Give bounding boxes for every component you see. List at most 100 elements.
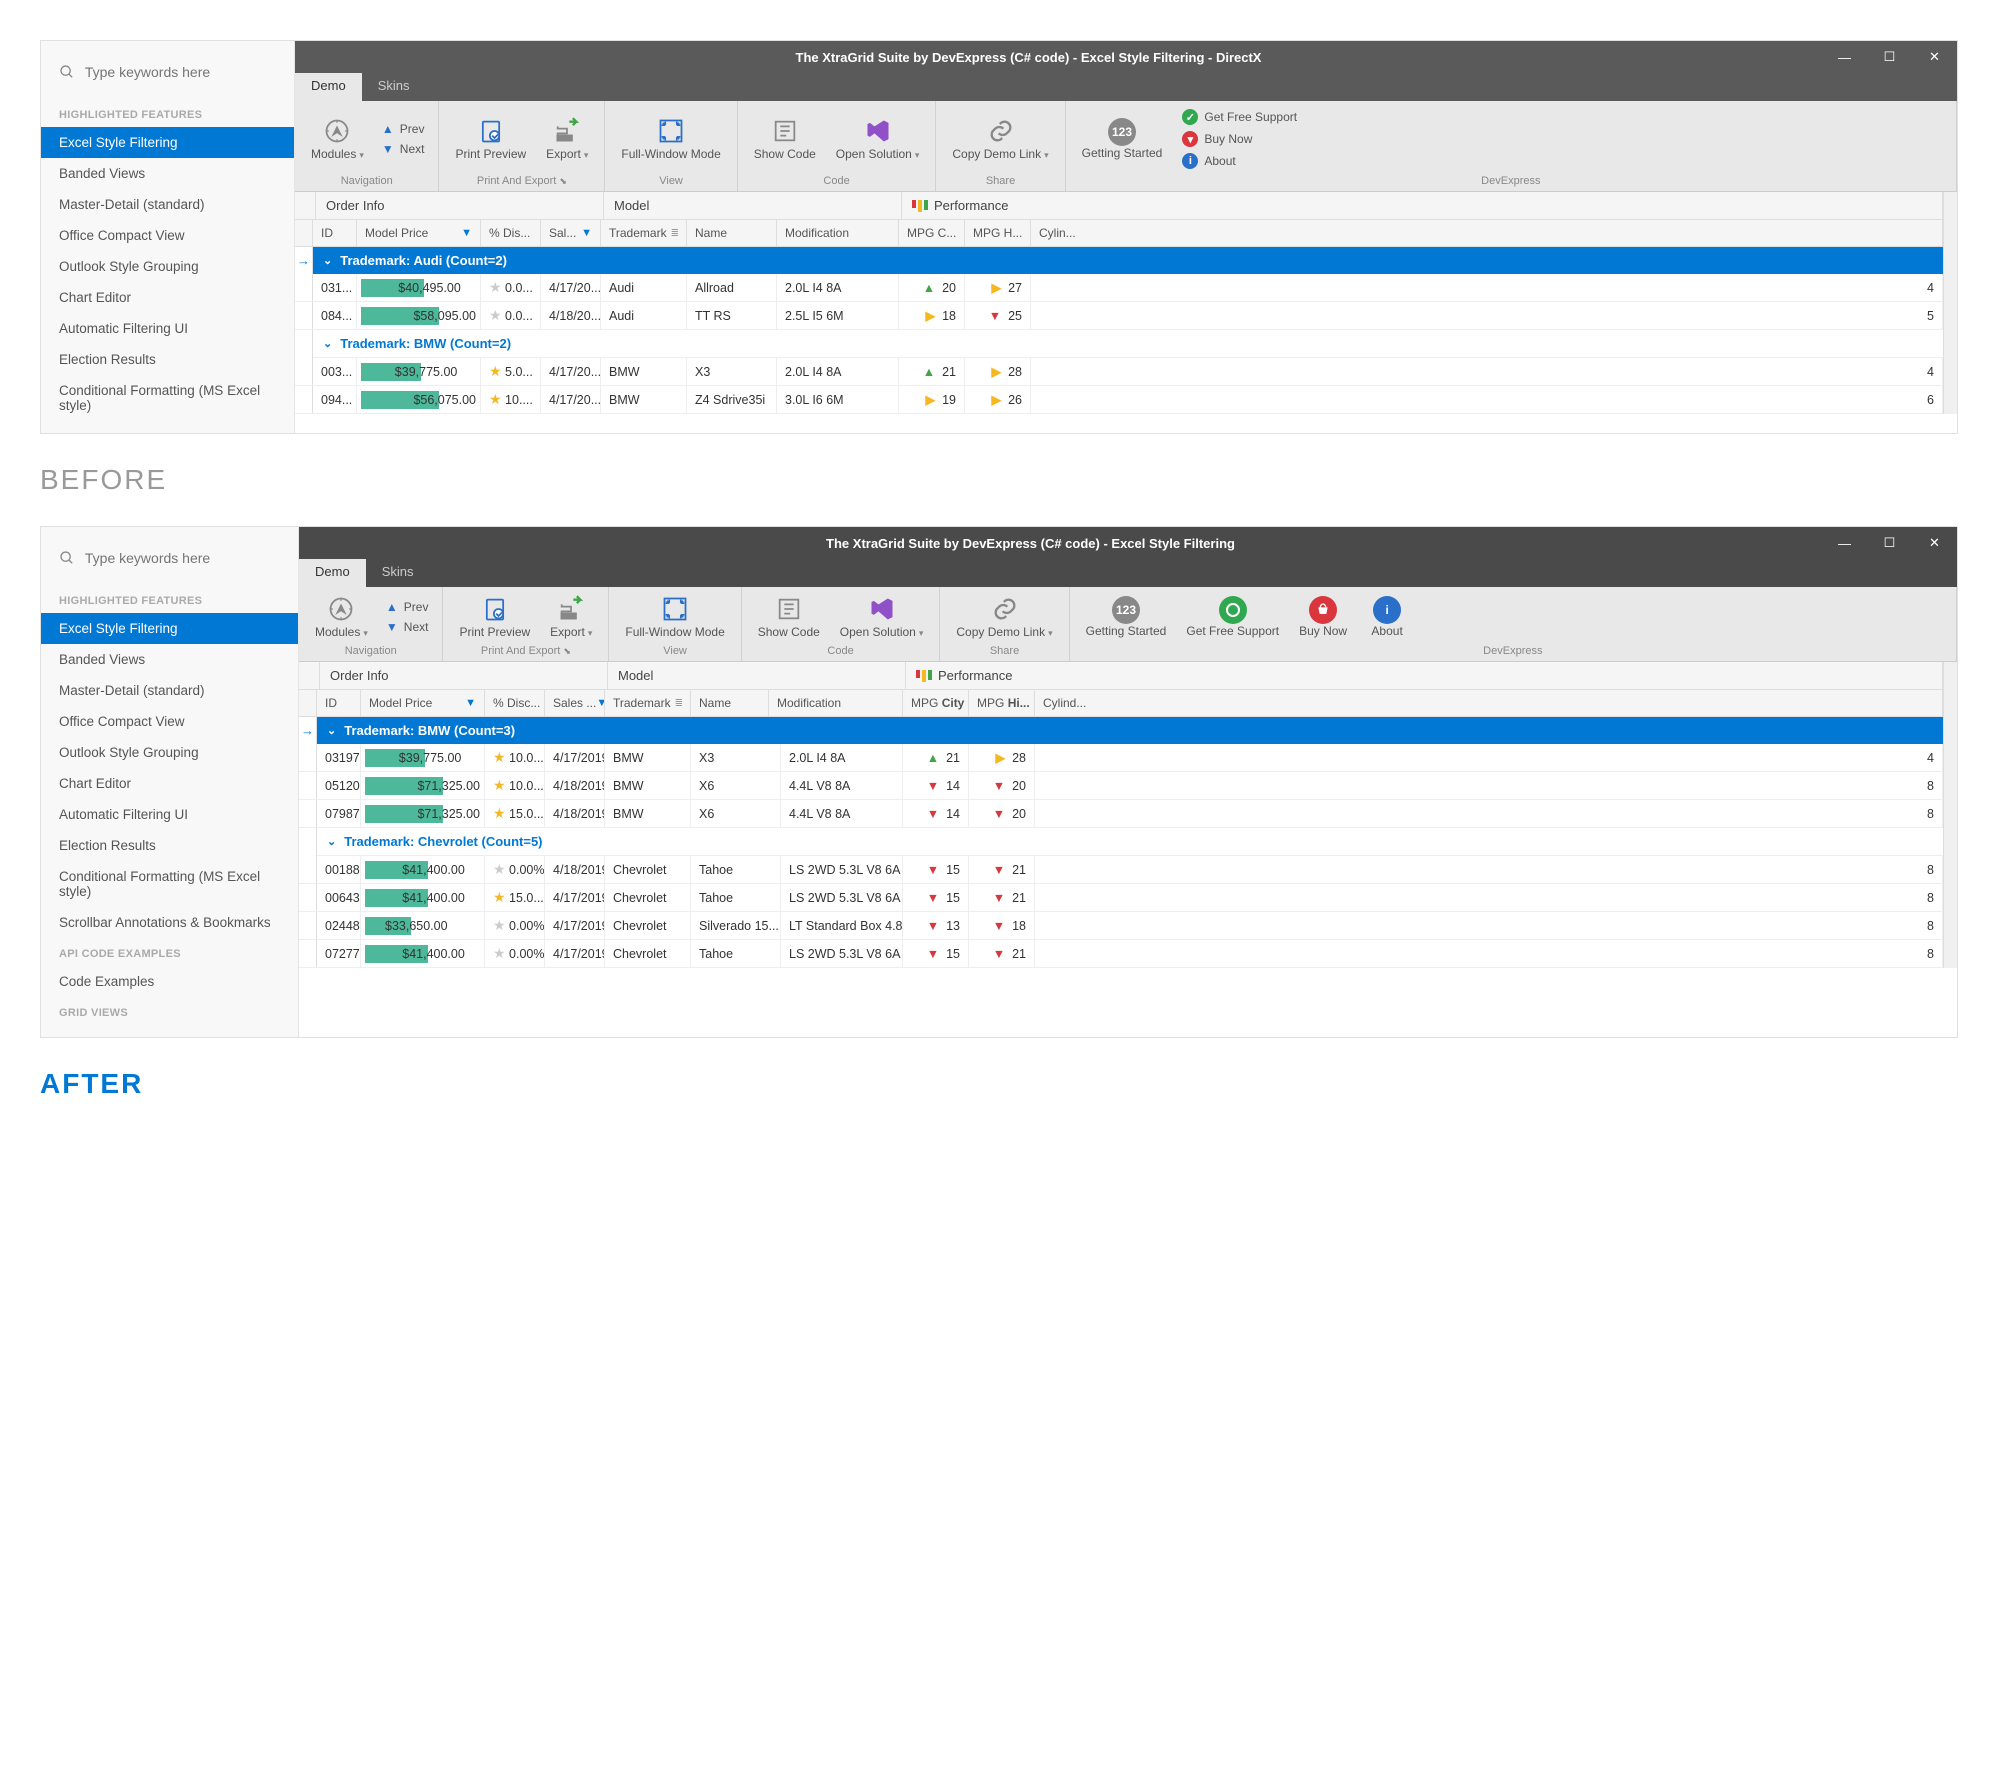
- search-input[interactable]: [85, 64, 276, 80]
- col-mpg-city[interactable]: MPG C...: [899, 220, 965, 246]
- show-code-button[interactable]: Show Code: [744, 113, 826, 165]
- modules-button[interactable]: Modules▾: [305, 591, 378, 643]
- sidebar-item[interactable]: Excel Style Filtering: [41, 613, 298, 644]
- next-button[interactable]: ▼Next: [374, 139, 433, 159]
- col-discount[interactable]: % Disc...: [485, 690, 545, 716]
- col-trademark[interactable]: Trademark≣: [605, 690, 691, 716]
- col-modification[interactable]: Modification: [777, 220, 899, 246]
- copy-demo-link-button[interactable]: Copy Demo Link▾: [942, 113, 1058, 165]
- table-row[interactable]: 07277 $41,400.00 ★ 0.00% 4/17/2019 Chevr…: [299, 940, 1943, 968]
- tab-skins[interactable]: Skins: [366, 559, 430, 587]
- about-button[interactable]: iAbout: [1357, 592, 1417, 642]
- export-button[interactable]: Export▾: [540, 591, 602, 643]
- col-sale[interactable]: Sal...▼: [541, 220, 601, 246]
- open-solution-button[interactable]: Open Solution▾: [826, 113, 930, 165]
- maximize-button[interactable]: ☐: [1867, 41, 1912, 73]
- table-row[interactable]: 05120 $71,325.00 ★ 10.0... 4/18/2019 BMW…: [299, 772, 1943, 800]
- sidebar-item[interactable]: Excel Style Filtering: [41, 127, 294, 158]
- full-window-button[interactable]: Full-Window Mode: [615, 591, 734, 643]
- getting-started-button[interactable]: 123Getting Started: [1076, 592, 1177, 642]
- col-discount[interactable]: % Dis...: [481, 220, 541, 246]
- sidebar-item[interactable]: Scrollbar Annotations & Bookmarks: [41, 907, 298, 938]
- band-performance[interactable]: Performance: [906, 662, 1943, 689]
- table-row[interactable]: 02448 $33,650.00 ★ 0.00% 4/17/2019 Chevr…: [299, 912, 1943, 940]
- sidebar-item[interactable]: Conditional Formatting (MS Excel style): [41, 861, 298, 907]
- sidebar-item[interactable]: Code Examples: [41, 966, 298, 997]
- search-input[interactable]: [85, 550, 280, 566]
- close-button[interactable]: ✕: [1912, 527, 1957, 559]
- sidebar-item[interactable]: Outlook Style Grouping: [41, 737, 298, 768]
- prev-button[interactable]: ▲Prev: [374, 119, 433, 139]
- full-window-button[interactable]: Full-Window Mode: [611, 113, 730, 165]
- minimize-button[interactable]: —: [1822, 41, 1867, 73]
- col-mpg-city[interactable]: MPG City: [903, 690, 969, 716]
- buy-now-button[interactable]: Buy Now: [1289, 592, 1357, 642]
- band-order[interactable]: Order Info: [316, 192, 604, 219]
- filter-icon[interactable]: ▼: [461, 227, 472, 239]
- col-trademark[interactable]: Trademark≣: [601, 220, 687, 246]
- copy-demo-link-button[interactable]: Copy Demo Link▾: [946, 591, 1062, 643]
- col-mpg-hwy[interactable]: MPG H...: [965, 220, 1031, 246]
- col-id[interactable]: ID: [317, 690, 361, 716]
- filter-icon[interactable]: ▼: [596, 697, 605, 709]
- sidebar-item[interactable]: Automatic Filtering UI: [41, 313, 294, 344]
- table-row[interactable]: 07987 $71,325.00 ★ 15.0... 4/18/2019 BMW…: [299, 800, 1943, 828]
- print-preview-button[interactable]: Print Preview: [445, 113, 536, 165]
- tab-demo[interactable]: Demo: [295, 73, 362, 101]
- sidebar-item[interactable]: Outlook Style Grouping: [41, 251, 294, 282]
- band-order[interactable]: Order Info: [320, 662, 608, 689]
- band-model[interactable]: Model: [608, 662, 906, 689]
- col-cylinders[interactable]: Cylin...: [1031, 220, 1943, 246]
- col-price[interactable]: Model Price▼: [361, 690, 485, 716]
- show-code-button[interactable]: Show Code: [748, 591, 830, 643]
- next-button[interactable]: ▼Next: [378, 617, 437, 637]
- table-row[interactable]: 00188 $41,400.00 ★ 0.00% 4/18/2019 Chevr…: [299, 856, 1943, 884]
- band-performance[interactable]: Performance: [902, 192, 1943, 219]
- prev-button[interactable]: ▲Prev: [378, 597, 437, 617]
- maximize-button[interactable]: ☐: [1867, 527, 1912, 559]
- col-id[interactable]: ID: [313, 220, 357, 246]
- getting-started-button[interactable]: 123Getting Started: [1072, 114, 1173, 164]
- table-row[interactable]: 031... $40,495.00 ★ 0.0... 4/17/20... Au…: [295, 274, 1943, 302]
- sidebar-item[interactable]: Chart Editor: [41, 282, 294, 313]
- tab-skins[interactable]: Skins: [362, 73, 426, 101]
- close-button[interactable]: ✕: [1912, 41, 1957, 73]
- col-cylinders[interactable]: Cylind...: [1035, 690, 1943, 716]
- group-row[interactable]: ⌄Trademark: BMW (Count=3): [317, 717, 1943, 744]
- minimize-button[interactable]: —: [1822, 527, 1867, 559]
- col-price[interactable]: Model Price▼: [357, 220, 481, 246]
- sidebar-item[interactable]: Chart Editor: [41, 768, 298, 799]
- sidebar-item[interactable]: Banded Views: [41, 644, 298, 675]
- sidebar-item[interactable]: Conditional Formatting (MS Excel style): [41, 375, 294, 421]
- col-mpg-hwy[interactable]: MPG Hi...: [969, 690, 1035, 716]
- sidebar-item[interactable]: Master-Detail (standard): [41, 189, 294, 220]
- buy-now-link[interactable]: ▾Buy Now: [1182, 131, 1297, 147]
- group-row[interactable]: ⌄Trademark: Chevrolet (Count=5): [317, 828, 1943, 856]
- sidebar-item[interactable]: Banded Views: [41, 158, 294, 189]
- export-button[interactable]: Export▾: [536, 113, 598, 165]
- col-modification[interactable]: Modification: [769, 690, 903, 716]
- modules-button[interactable]: Modules▾: [301, 113, 374, 165]
- sidebar-item[interactable]: Office Compact View: [41, 706, 298, 737]
- search-box[interactable]: [41, 539, 298, 585]
- vertical-scrollbar[interactable]: [1943, 192, 1957, 414]
- get-support-link[interactable]: ✓Get Free Support: [1182, 109, 1297, 125]
- table-row[interactable]: 094... $56,075.00 ★ 10.... 4/17/20... BM…: [295, 386, 1943, 414]
- sidebar-item[interactable]: Election Results: [41, 344, 294, 375]
- band-model[interactable]: Model: [604, 192, 902, 219]
- sidebar-item[interactable]: Office Compact View: [41, 220, 294, 251]
- col-name[interactable]: Name: [691, 690, 769, 716]
- search-box[interactable]: [41, 53, 294, 99]
- about-link[interactable]: iAbout: [1182, 153, 1297, 169]
- table-row[interactable]: 084... $58,095.00 ★ 0.0... 4/18/20... Au…: [295, 302, 1943, 330]
- group-row[interactable]: ⌄Trademark: Audi (Count=2): [313, 247, 1943, 274]
- col-sale[interactable]: Sales ...▼: [545, 690, 605, 716]
- tab-demo[interactable]: Demo: [299, 559, 366, 587]
- print-preview-button[interactable]: Print Preview: [449, 591, 540, 643]
- filter-icon[interactable]: ▼: [581, 227, 592, 239]
- open-solution-button[interactable]: Open Solution▾: [830, 591, 934, 643]
- sidebar-item[interactable]: Master-Detail (standard): [41, 675, 298, 706]
- table-row[interactable]: 003... $39,775.00 ★ 5.0... 4/17/20... BM…: [295, 358, 1943, 386]
- filter-icon[interactable]: ▼: [465, 697, 476, 709]
- get-support-button[interactable]: Get Free Support: [1176, 592, 1289, 642]
